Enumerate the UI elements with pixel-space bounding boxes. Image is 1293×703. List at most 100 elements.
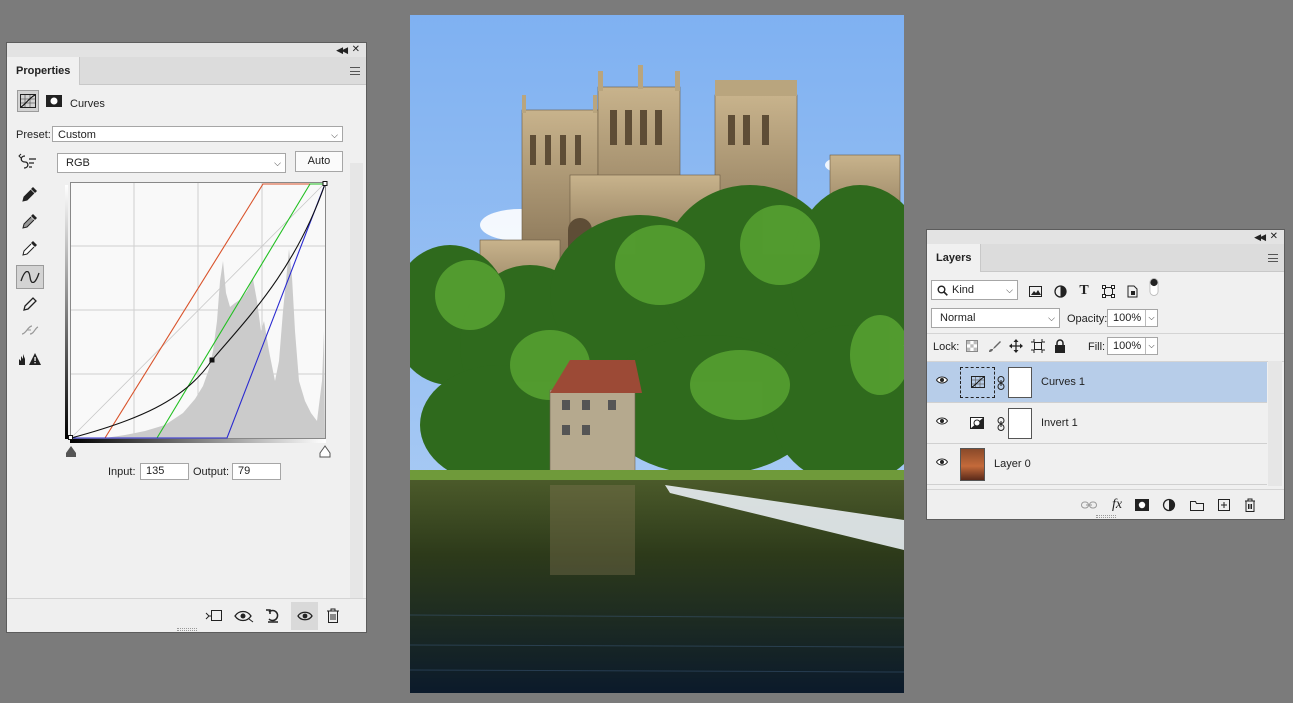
properties-scrollbar[interactable] xyxy=(350,163,363,599)
curves-graph[interactable] xyxy=(65,181,335,461)
image-layer-thumbnail[interactable] xyxy=(960,448,985,481)
document-canvas-image[interactable] xyxy=(410,15,904,693)
filter-toggle-switch[interactable] xyxy=(1145,278,1163,296)
curve-control-point[interactable] xyxy=(209,357,215,363)
input-label: Input: xyxy=(108,466,136,478)
fill-field[interactable]: 100% ⌵ xyxy=(1107,337,1158,355)
close-icon[interactable]: ✕ xyxy=(1270,231,1278,243)
add-mask-icon[interactable] xyxy=(1133,496,1151,514)
preset-value: Custom xyxy=(58,129,96,141)
curve-endpoint-black[interactable] xyxy=(68,435,73,440)
channel-value: RGB xyxy=(66,157,90,169)
properties-tabrow: Properties xyxy=(7,57,366,85)
collapse-icon[interactable]: ◀◀ xyxy=(336,44,348,56)
curve-endpoint-white[interactable] xyxy=(322,181,328,186)
panel-menu-icon[interactable] xyxy=(350,67,360,75)
tab-layers[interactable]: Layers xyxy=(927,244,982,272)
link-layers-icon[interactable] xyxy=(1080,496,1098,514)
layer-row-layer-0[interactable]: Layer 0 xyxy=(927,444,1267,485)
filter-smart-object-icon[interactable] xyxy=(1123,282,1141,300)
layers-panel: ◀◀ ✕ Layers Kind ⌵ T Normal ⌵ Opacity: 1… xyxy=(926,229,1285,520)
curves-adjustment-icon[interactable] xyxy=(17,90,39,112)
layer-row-curves-1[interactable]: Curves 1 xyxy=(927,362,1267,403)
lock-image-pixels-icon[interactable] xyxy=(985,337,1003,355)
on-image-adjust-icon[interactable] xyxy=(17,151,39,173)
fill-value: 100% xyxy=(1113,340,1142,352)
blend-mode-value: Normal xyxy=(940,312,976,324)
new-adjustment-layer-icon[interactable] xyxy=(1160,496,1178,514)
layer-mask-icon[interactable] xyxy=(43,90,65,112)
resize-grip[interactable] xyxy=(177,628,197,631)
layers-scrollbar[interactable] xyxy=(1268,361,1282,486)
draw-pencil-icon[interactable] xyxy=(19,293,41,315)
mask-link-icon[interactable] xyxy=(997,376,1005,390)
new-group-icon[interactable] xyxy=(1188,496,1206,514)
new-layer-icon[interactable] xyxy=(1215,496,1233,514)
chevron-down-icon: ⌵ xyxy=(331,130,338,140)
eye-icon[interactable] xyxy=(936,417,948,425)
trash-icon[interactable] xyxy=(1241,496,1259,514)
gray-point-eyedropper-icon[interactable] xyxy=(19,210,41,232)
close-icon[interactable]: ✕ xyxy=(352,44,360,56)
lock-artboard-icon[interactable] xyxy=(1029,337,1047,355)
chevron-down-icon[interactable]: ⌵ xyxy=(1145,338,1157,354)
trash-icon[interactable] xyxy=(322,605,344,627)
filter-adjustment-icon[interactable] xyxy=(1051,282,1069,300)
lock-position-icon[interactable] xyxy=(1007,337,1025,355)
mask-link-icon[interactable] xyxy=(997,417,1005,431)
opacity-field[interactable]: 100% ⌵ xyxy=(1107,309,1158,327)
resize-grip[interactable] xyxy=(1096,515,1116,518)
chevron-down-icon: ⌵ xyxy=(1006,285,1013,295)
layer-mask-thumbnail[interactable] xyxy=(1008,408,1032,439)
properties-footer xyxy=(7,598,366,632)
filter-pixel-icon[interactable] xyxy=(1026,282,1044,300)
clip-to-layer-icon[interactable] xyxy=(203,605,225,627)
auto-button[interactable]: Auto xyxy=(295,151,343,172)
smooth-curve-icon[interactable] xyxy=(19,319,41,341)
layer-mask-thumbnail[interactable] xyxy=(1008,367,1032,398)
layer-name[interactable]: Curves 1 xyxy=(1041,376,1085,388)
layer-name[interactable]: Layer 0 xyxy=(994,458,1031,470)
chevron-down-icon[interactable]: ⌵ xyxy=(1145,310,1157,326)
white-point-eyedropper-icon[interactable] xyxy=(19,237,41,259)
reset-adjustment-icon[interactable] xyxy=(262,605,284,627)
edit-points-curve-icon[interactable] xyxy=(16,265,44,289)
chevron-down-icon: ⌵ xyxy=(1048,313,1055,323)
black-point-eyedropper-icon[interactable] xyxy=(19,183,41,205)
filter-type-icon[interactable]: T xyxy=(1075,282,1093,300)
eye-icon[interactable] xyxy=(936,458,948,466)
clipping-warning-icon[interactable] xyxy=(17,348,43,370)
lock-transparent-pixels-icon[interactable] xyxy=(963,337,981,355)
layer-row-invert-1[interactable]: Invert 1 xyxy=(927,403,1267,444)
panel-menu-icon[interactable] xyxy=(1268,254,1278,262)
curves-layer-thumbnail[interactable] xyxy=(960,367,995,398)
layer-name[interactable]: Invert 1 xyxy=(1041,417,1078,429)
panel-titlebar: ◀◀ ✕ xyxy=(927,230,1284,244)
toggle-visibility-icon[interactable] xyxy=(291,602,318,630)
channel-dropdown[interactable]: RGB ⌵ xyxy=(57,153,286,173)
chevron-down-icon: ⌵ xyxy=(274,158,281,168)
lock-all-icon[interactable] xyxy=(1051,337,1069,355)
invert-adjustment-icon[interactable] xyxy=(970,417,984,429)
white-point-slider[interactable] xyxy=(319,445,331,458)
opacity-label: Opacity: xyxy=(1067,313,1108,325)
blend-mode-dropdown[interactable]: Normal ⌵ xyxy=(931,308,1060,328)
filter-shape-icon[interactable] xyxy=(1099,282,1117,300)
fx-icon[interactable]: fx xyxy=(1108,496,1126,514)
filter-kind-value: Kind xyxy=(952,284,975,296)
eye-icon[interactable] xyxy=(936,376,948,384)
tab-properties[interactable]: Properties xyxy=(7,57,81,85)
layer-filter-dropdown[interactable]: Kind ⌵ xyxy=(931,280,1018,300)
collapse-icon[interactable]: ◀◀ xyxy=(1254,231,1266,243)
preset-label: Preset: xyxy=(16,129,51,141)
input-field[interactable]: 135 xyxy=(140,463,189,480)
panel-titlebar: ◀◀ ✕ xyxy=(7,43,366,57)
preset-dropdown[interactable]: Custom ⌵ xyxy=(52,126,343,142)
search-icon xyxy=(937,285,948,296)
output-field[interactable]: 79 xyxy=(232,463,281,480)
adjustment-title: Curves xyxy=(70,98,105,110)
view-previous-state-icon[interactable] xyxy=(233,605,255,627)
input-gradient-strip xyxy=(70,439,326,443)
properties-panel: ◀◀ ✕ Properties Curves Preset: Custom ⌵ … xyxy=(6,42,367,633)
black-point-slider[interactable] xyxy=(66,446,76,457)
